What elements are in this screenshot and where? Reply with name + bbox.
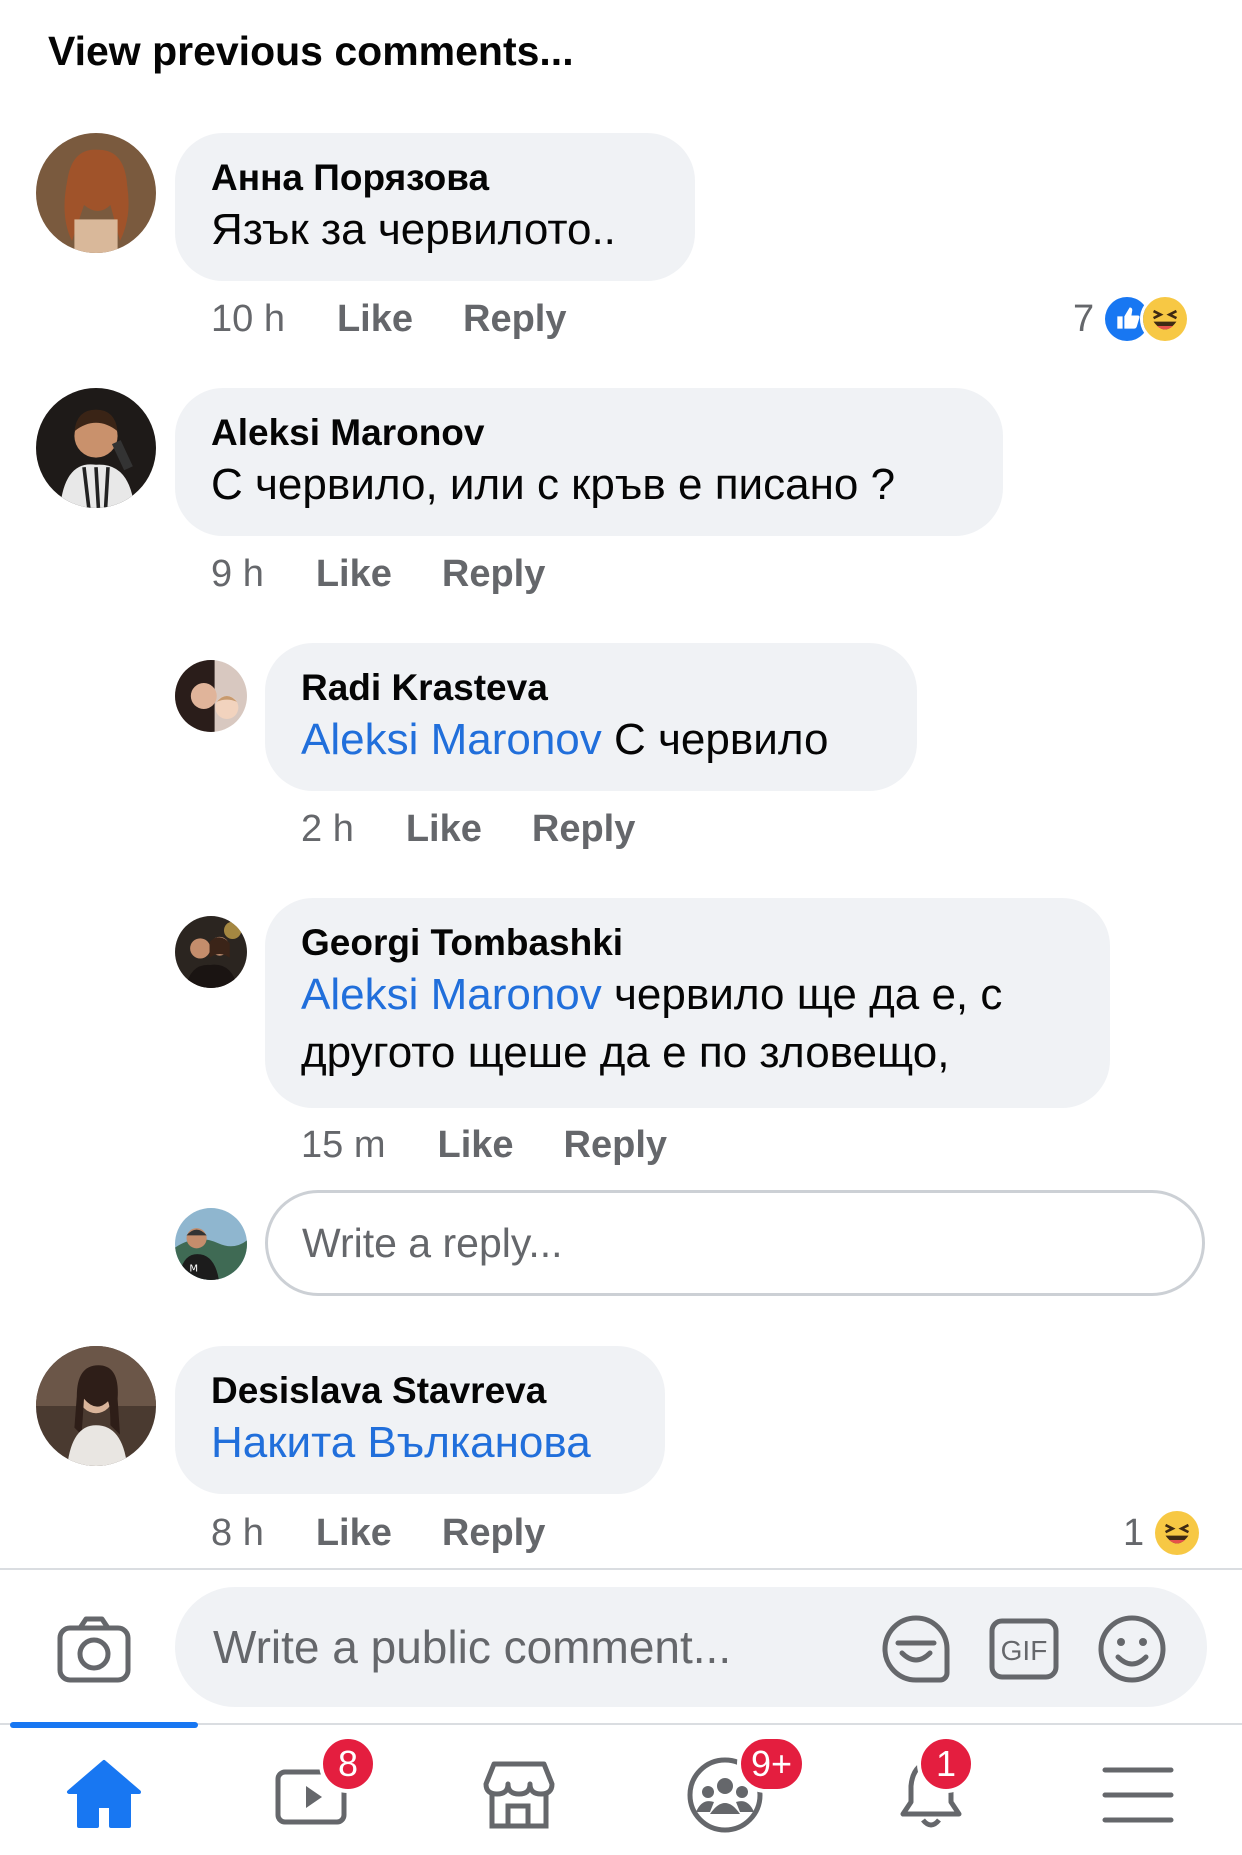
comment-text: Накита Вълканова xyxy=(211,1414,629,1472)
notification-badge: 1 xyxy=(917,1735,975,1793)
gif-icon[interactable]: GIF xyxy=(988,1613,1060,1685)
reply-button[interactable]: Reply xyxy=(564,1124,667,1167)
reply-button[interactable]: Reply xyxy=(463,298,566,341)
reply-button[interactable]: Reply xyxy=(442,553,545,596)
tab-marketplace[interactable] xyxy=(469,1745,569,1845)
comment-input[interactable]: Write a public comment... xyxy=(213,1587,731,1707)
haha-reaction-icon xyxy=(1140,294,1191,344)
reply-actions: 15 m Like Reply xyxy=(301,1124,717,1167)
comment-input-container[interactable]: Write a public comment... GIF xyxy=(175,1587,1207,1707)
reply-time[interactable]: 2 h xyxy=(301,808,354,851)
comment-time[interactable]: 9 h xyxy=(211,553,264,596)
current-user-avatar: M xyxy=(175,1208,247,1280)
comment-actions: 10 h Like Reply xyxy=(211,298,617,341)
notification-badge: 9+ xyxy=(737,1735,807,1793)
gif-label: GIF xyxy=(1001,1635,1048,1666)
emoji-icon[interactable] xyxy=(1096,1613,1168,1685)
comment-text: С червило, или с кръв е писано ? xyxy=(211,460,896,509)
reply-time[interactable]: 15 m xyxy=(301,1124,385,1167)
marketplace-icon xyxy=(483,1761,555,1829)
like-button[interactable]: Like xyxy=(437,1124,513,1167)
comment-author[interactable]: Aleksi Maronov xyxy=(211,410,967,456)
active-tab-indicator xyxy=(10,1722,198,1728)
comment-time[interactable]: 8 h xyxy=(211,1512,264,1555)
comment-time[interactable]: 10 h xyxy=(211,298,285,341)
comment-actions: 8 h Like Reply xyxy=(211,1512,595,1555)
notification-badge: 8 xyxy=(319,1735,377,1793)
reaction-count: 1 xyxy=(1123,1511,1145,1554)
comment-text: Язък за червилото.. xyxy=(211,205,616,254)
menu-icon xyxy=(1102,1767,1174,1823)
reaction-count: 7 xyxy=(1073,297,1095,340)
comment-bubble: Desislava Stavreva Накита Вълканова xyxy=(175,1346,665,1494)
bottom-tab-bar: 8 9+ 1 xyxy=(0,1722,1242,1855)
reply-button[interactable]: Reply xyxy=(532,808,635,851)
haha-reaction-icon xyxy=(1152,1508,1203,1558)
reply-bubble: Georgi Tombashki Aleksi Maronov червило … xyxy=(265,898,1110,1108)
tab-watch[interactable]: 8 xyxy=(263,1735,377,1845)
home-icon xyxy=(67,1760,141,1828)
reaction-summary[interactable]: 1 xyxy=(1123,1508,1203,1558)
like-button[interactable]: Like xyxy=(316,1512,392,1555)
tab-notifications[interactable]: 1 xyxy=(881,1735,981,1845)
avatar[interactable] xyxy=(36,133,156,253)
avatar[interactable] xyxy=(175,916,247,988)
view-previous-comments-link[interactable]: View previous comments... xyxy=(48,28,574,75)
mention-link[interactable]: Aleksi Maronov xyxy=(301,715,602,764)
reply-text: Aleksi Maronov С червило xyxy=(301,711,881,769)
avatar[interactable] xyxy=(36,1346,156,1466)
svg-text:M: M xyxy=(189,1263,198,1274)
tab-home[interactable] xyxy=(54,1745,154,1845)
avatar[interactable] xyxy=(36,388,156,508)
reply-button[interactable]: Reply xyxy=(442,1512,545,1555)
camera-icon[interactable] xyxy=(56,1612,132,1688)
comment-bubble: Анна Порязова Язък за червилото.. xyxy=(175,133,695,281)
mention-link[interactable]: Aleksi Maronov xyxy=(301,970,602,1019)
like-button[interactable]: Like xyxy=(316,553,392,596)
reply-input[interactable]: Write a reply... xyxy=(265,1190,1205,1296)
reply-bubble: Radi Krasteva Aleksi Maronov С червило xyxy=(265,643,917,791)
comment-actions: 9 h Like Reply xyxy=(211,553,595,596)
comment-bubble: Aleksi Maronov С червило, или с кръв е п… xyxy=(175,388,1003,536)
reply-author[interactable]: Georgi Tombashki xyxy=(301,920,1074,966)
reply-text: Aleksi Maronov червило ще да е, с другот… xyxy=(301,966,1074,1082)
comment-author[interactable]: Анна Порязова xyxy=(211,155,659,201)
sticker-icon[interactable] xyxy=(880,1613,952,1685)
reply-text-body: С червило xyxy=(601,715,829,764)
tab-menu[interactable] xyxy=(1088,1745,1188,1845)
tab-groups[interactable]: 9+ xyxy=(675,1735,807,1845)
reply-actions: 2 h Like Reply xyxy=(301,808,685,851)
comment-composer: Write a public comment... GIF xyxy=(0,1568,1242,1723)
like-button[interactable]: Like xyxy=(406,808,482,851)
like-button[interactable]: Like xyxy=(337,298,413,341)
reply-author[interactable]: Radi Krasteva xyxy=(301,665,881,711)
comment-author[interactable]: Desislava Stavreva xyxy=(211,1368,629,1414)
reaction-summary[interactable]: 7 xyxy=(1073,294,1191,344)
avatar[interactable] xyxy=(175,660,247,732)
mention-link[interactable]: Накита Вълканова xyxy=(211,1418,591,1467)
